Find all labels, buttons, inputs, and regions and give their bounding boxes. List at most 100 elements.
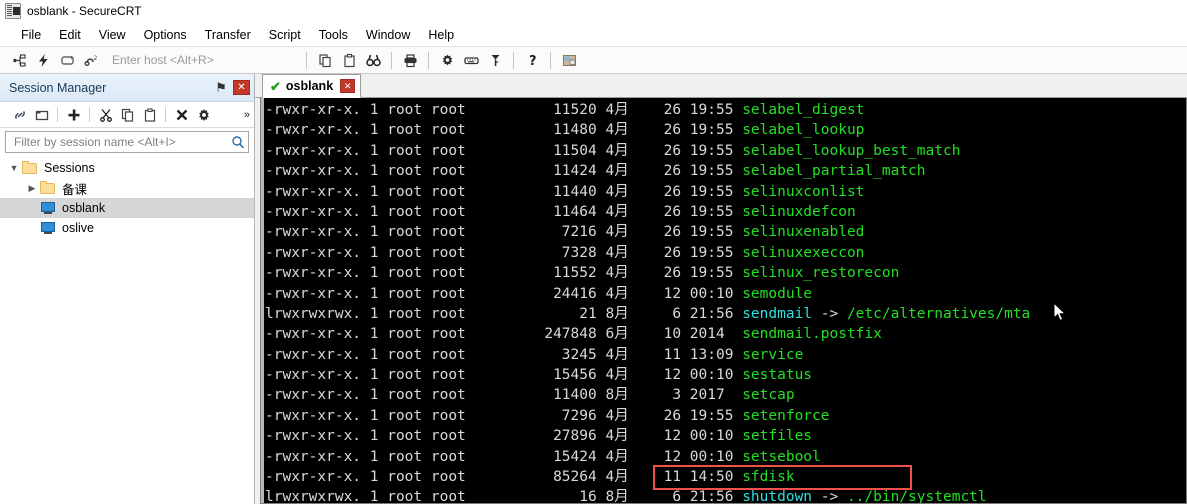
file-name: selabel_lookup bbox=[742, 122, 865, 139]
tree-item-sessions[interactable]: ▼ Sessions bbox=[0, 158, 254, 178]
terminal-row: -rwxr-xr-x. 1 root root 7216 4月 26 19:55… bbox=[265, 222, 1186, 242]
host-input[interactable] bbox=[110, 52, 299, 68]
new-session-icon[interactable] bbox=[63, 105, 84, 125]
copy-session-icon[interactable] bbox=[117, 105, 138, 125]
menu-file[interactable]: File bbox=[12, 26, 50, 44]
quick-connect-icon[interactable] bbox=[32, 50, 54, 70]
menu-edit[interactable]: Edit bbox=[50, 26, 90, 44]
securecrt-window: osblank - SecureCRT File Edit View Optio… bbox=[0, 0, 1187, 504]
session-manager-title: Session Manager bbox=[9, 80, 107, 95]
terminal-row: -rwxr-xr-x. 1 root root 11440 4月 26 19:5… bbox=[265, 182, 1186, 202]
row-metadata: lrwxrwxrwx. 1 root root 16 8月 6 21:56 bbox=[265, 489, 743, 503]
file-name: setsebool bbox=[742, 448, 821, 465]
menu-script[interactable]: Script bbox=[260, 26, 310, 44]
row-metadata: -rwxr-xr-x. 1 root root 15456 4月 12 00:1… bbox=[265, 367, 743, 384]
paste-icon[interactable] bbox=[338, 50, 360, 70]
sm-separator-3 bbox=[165, 107, 166, 122]
file-name: semodule bbox=[742, 285, 813, 302]
menu-view[interactable]: View bbox=[90, 26, 135, 44]
disconnect-icon[interactable]: 2 bbox=[80, 50, 102, 70]
session-filter-input[interactable] bbox=[12, 134, 231, 150]
terminal-row: lrwxrwxrwx. 1 root root 21 8月 6 21:56 se… bbox=[265, 304, 1186, 324]
connect-icon[interactable] bbox=[8, 50, 30, 70]
symlink-target: ../bin/systemctl bbox=[846, 489, 987, 503]
sm-separator-1 bbox=[57, 107, 58, 122]
keyboard-icon[interactable] bbox=[460, 50, 482, 70]
close-panel-icon[interactable]: ✕ bbox=[233, 80, 250, 95]
tree-item-beike[interactable]: ▶ 备课 bbox=[0, 178, 254, 198]
reconnect-icon[interactable] bbox=[56, 50, 78, 70]
session-icon bbox=[40, 201, 56, 215]
title-bar: osblank - SecureCRT bbox=[0, 0, 1187, 23]
tab-close-icon[interactable]: ✕ bbox=[340, 79, 356, 93]
tab-label: osblank bbox=[285, 79, 334, 93]
tree-item-osblank[interactable]: osblank bbox=[0, 198, 254, 218]
row-metadata: -rwxr-xr-x. 1 root root 3245 4月 11 13:09 bbox=[265, 346, 743, 363]
more-buttons-icon[interactable]: » bbox=[244, 109, 250, 121]
file-name: sendmail bbox=[742, 305, 813, 322]
file-name: selabel_partial_match bbox=[742, 163, 926, 180]
connected-check-icon: ✔ bbox=[270, 78, 281, 94]
file-name: selinuxconlist bbox=[742, 183, 865, 200]
terminal-row: -rwxr-xr-x. 1 root root 7328 4月 26 19:55… bbox=[265, 243, 1186, 263]
gear-icon[interactable] bbox=[436, 50, 458, 70]
terminal-row: -rwxr-xr-x. 1 root root 11480 4月 26 19:5… bbox=[265, 120, 1186, 140]
file-name: setcap bbox=[742, 387, 795, 404]
session-filter[interactable] bbox=[5, 131, 249, 153]
terminal-output: -rwxr-xr-x. 1 root root 11520 4月 26 19:5… bbox=[261, 98, 1186, 503]
session-properties-icon[interactable] bbox=[193, 105, 214, 125]
chevron-down-icon[interactable]: ▼ bbox=[6, 160, 22, 176]
tree-item-oslive[interactable]: oslive bbox=[0, 218, 254, 238]
terminal-area: ✔ osblank ✕ -rwxr-xr-x. 1 root root 1152… bbox=[255, 74, 1187, 504]
session-manager-panel: Session Manager ⚑ ✕ » Filter by session … bbox=[0, 74, 255, 504]
symlink-arrow: -> bbox=[812, 305, 847, 322]
menu-window[interactable]: Window bbox=[357, 26, 419, 44]
copy-icon[interactable] bbox=[314, 50, 336, 70]
file-name: sendmail.postfix bbox=[742, 326, 882, 343]
find-icon[interactable] bbox=[362, 50, 384, 70]
sm-separator-2 bbox=[89, 107, 90, 122]
row-metadata: -rwxr-xr-x. 1 root root 15424 4月 12 00:1… bbox=[265, 448, 743, 465]
row-metadata: -rwxr-xr-x. 1 root root 11440 4月 26 19:5… bbox=[265, 183, 743, 200]
toolbar-separator-1 bbox=[306, 51, 307, 69]
paste-session-icon[interactable] bbox=[139, 105, 160, 125]
pin-icon[interactable]: ⚑ bbox=[213, 80, 229, 96]
new-folder-icon[interactable] bbox=[31, 105, 52, 125]
toolbar-separator-3 bbox=[428, 51, 429, 69]
row-metadata: -rwxr-xr-x. 1 root root 11504 4月 26 19:5… bbox=[265, 142, 743, 159]
toolbar-separator-4 bbox=[513, 51, 514, 69]
window-title: osblank - SecureCRT bbox=[27, 4, 142, 18]
key-icon[interactable] bbox=[484, 50, 506, 70]
symlink-target: /etc/alternatives/mta bbox=[846, 305, 1031, 322]
delete-session-icon[interactable] bbox=[171, 105, 192, 125]
connect-session-icon[interactable] bbox=[9, 105, 30, 125]
search-icon[interactable] bbox=[231, 135, 245, 149]
menu-options[interactable]: Options bbox=[135, 26, 196, 44]
menu-tools[interactable]: Tools bbox=[310, 26, 357, 44]
securecrt-app-icon bbox=[5, 3, 21, 19]
help-icon[interactable]: ? bbox=[521, 50, 543, 70]
row-metadata: -rwxr-xr-x. 1 root root 11552 4月 26 19:5… bbox=[265, 265, 743, 282]
cut-icon[interactable] bbox=[95, 105, 116, 125]
row-metadata: -rwxr-xr-x. 1 root root 11400 8月 3 2017 bbox=[265, 387, 743, 404]
file-name: selinuxdefcon bbox=[742, 203, 856, 220]
terminal-screen[interactable]: -rwxr-xr-x. 1 root root 11520 4月 26 19:5… bbox=[260, 98, 1187, 504]
main-body: Session Manager ⚑ ✕ » Filter by session … bbox=[0, 74, 1187, 504]
row-metadata: -rwxr-xr-x. 1 root root 11520 4月 26 19:5… bbox=[265, 102, 743, 118]
row-metadata: -rwxr-xr-x. 1 root root 85264 4月 11 14:5… bbox=[265, 469, 743, 486]
row-metadata: -rwxr-xr-x. 1 root root 11480 4月 26 19:5… bbox=[265, 122, 743, 139]
file-name: sfdisk bbox=[742, 469, 795, 486]
terminal-row: -rwxr-xr-x. 1 root root 15456 4月 12 00:1… bbox=[265, 365, 1186, 385]
screenshot-icon[interactable] bbox=[558, 50, 580, 70]
session-manager-header: Session Manager ⚑ ✕ bbox=[0, 74, 254, 102]
menu-transfer[interactable]: Transfer bbox=[196, 26, 260, 44]
session-manager-toolbar: » bbox=[0, 102, 254, 128]
main-toolbar: 2 Enter host <Alt+R> ? bbox=[0, 47, 1187, 74]
print-icon[interactable] bbox=[399, 50, 421, 70]
tab-osblank[interactable]: ✔ osblank ✕ bbox=[262, 74, 362, 98]
chevron-right-icon[interactable]: ▶ bbox=[24, 180, 40, 196]
file-name: selabel_lookup_best_match bbox=[742, 142, 961, 159]
terminal-row: -rwxr-xr-x. 1 root root 11552 4月 26 19:5… bbox=[265, 263, 1186, 283]
menu-help[interactable]: Help bbox=[419, 26, 463, 44]
